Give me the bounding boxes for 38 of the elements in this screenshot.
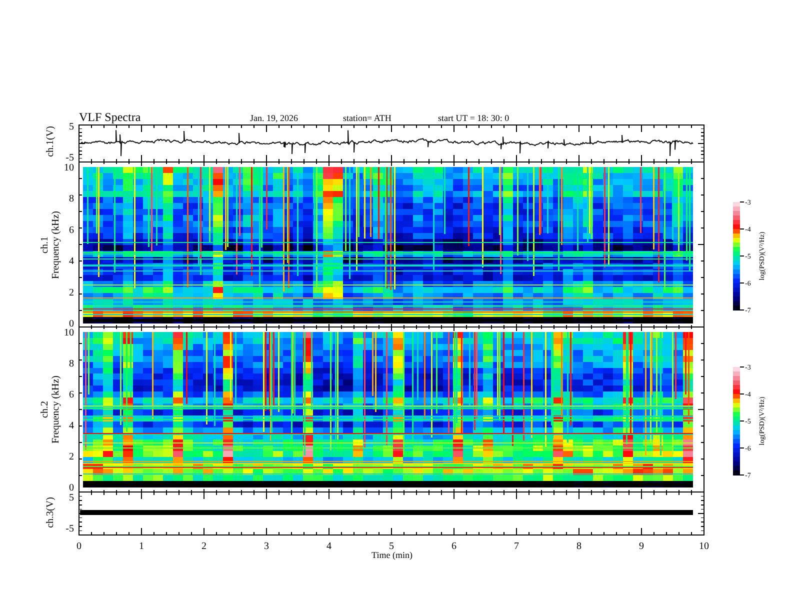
y-axis-label: ch.1(V) bbox=[45, 126, 56, 157]
x-tick-label: 1 bbox=[139, 541, 144, 552]
y-tick-label: -5 bbox=[66, 152, 74, 164]
y-tick-label: 2 bbox=[69, 287, 74, 298]
y-tick-label: 10 bbox=[64, 162, 74, 174]
y-axis-label: Frequency (kHz) bbox=[50, 375, 62, 444]
x-tick-label: 8 bbox=[576, 541, 582, 552]
x-tick-label: 6 bbox=[452, 541, 456, 552]
y-tick-label: 0 bbox=[69, 482, 74, 494]
x-tick-label: 7 bbox=[514, 541, 519, 552]
station-label: station= ATH bbox=[343, 113, 392, 123]
x-tick-label: 9 bbox=[639, 541, 644, 552]
y-tick-label: 0 bbox=[69, 318, 74, 330]
y-tick-label: 10 bbox=[64, 328, 74, 338]
x-tick-label: 5 bbox=[389, 541, 394, 552]
y-tick-label: 8 bbox=[69, 358, 74, 370]
x-tick-label: 0 bbox=[76, 541, 82, 552]
x-axis-label: Time (min) bbox=[372, 550, 412, 560]
y-tick-label: -5 bbox=[66, 524, 74, 534]
y-tick-label: 5 bbox=[69, 122, 74, 132]
x-tick-label: 2 bbox=[202, 541, 206, 552]
y-axis-label: Frequency (kHz) bbox=[50, 210, 62, 280]
x-tick-label: 3 bbox=[264, 541, 269, 552]
x-tick-label: 4 bbox=[326, 541, 332, 552]
y-axis-label: ch.1 bbox=[40, 236, 50, 254]
y-tick-label: 6 bbox=[69, 224, 74, 236]
y-axis-label: ch.3(V) bbox=[45, 497, 56, 528]
y-tick-label: 4 bbox=[69, 420, 74, 432]
y-tick-label: 2 bbox=[69, 452, 74, 462]
y-tick-label: 8 bbox=[69, 194, 74, 205]
y-tick-label: 6 bbox=[69, 390, 74, 400]
start-time-label: start UT = 18: 30: 0 bbox=[438, 113, 510, 123]
y-tick-label: 5 bbox=[69, 492, 74, 504]
x-tick-label: 10 bbox=[699, 541, 709, 552]
y-axis-label: ch.2 bbox=[40, 401, 50, 418]
y-tick-label: 4 bbox=[69, 256, 74, 268]
chart-title: VLF Spectra bbox=[79, 110, 141, 124]
date-label: Jan. 19, 2026 bbox=[250, 113, 298, 123]
